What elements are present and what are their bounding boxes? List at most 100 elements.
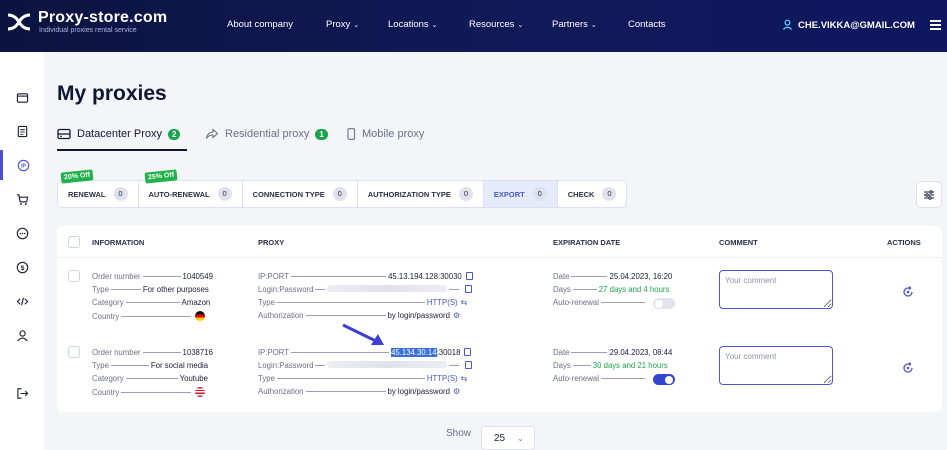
column-header-comment: COMMENT	[719, 238, 758, 247]
label: Category	[92, 374, 124, 383]
table-row: Order number 1038716 Type For social media…	[57, 346, 942, 422]
column-header-actions: ACTIONS	[887, 238, 921, 247]
expiration-date: 25.04.2023, 16:20	[609, 272, 673, 281]
filter-label: CONNECTION TYPE	[252, 189, 325, 199]
filter-auto-renewal[interactable]: 25% Off AUTO-RENEWAL 0	[139, 169, 243, 207]
sidebar-item-api[interactable]	[0, 286, 44, 316]
filter-renewal[interactable]: 20% Off RENEWAL 0	[58, 169, 139, 207]
toggle-knob	[665, 375, 673, 384]
select-all-checkbox[interactable]	[68, 236, 80, 248]
copy-icon[interactable]	[465, 285, 473, 293]
column-header-proxy: PROXY	[258, 238, 285, 247]
label: Days	[553, 361, 571, 370]
sidebar-item-cart[interactable]	[0, 184, 44, 214]
sidebar-item-wallet[interactable]	[0, 82, 44, 112]
settings-gear-icon[interactable]: ⚙	[453, 311, 460, 320]
ip-port-value[interactable]: 45.13.194.128:30030	[388, 272, 462, 281]
label: Days	[553, 285, 571, 294]
server-icon	[57, 128, 71, 140]
date-line: Date 25.04.2023, 16:20	[553, 272, 672, 282]
nav-contacts[interactable]: Contacts	[628, 19, 666, 30]
logo-icon[interactable]	[6, 9, 32, 35]
promo-badge: 25% Off	[144, 169, 178, 184]
auto-renewal-toggle[interactable]	[653, 374, 675, 385]
settings-gear-icon[interactable]: ⚙	[453, 387, 460, 396]
copy-icon[interactable]	[465, 272, 473, 280]
sidebar-item-profile[interactable]	[0, 320, 44, 350]
filter-connection-type[interactable]: CONNECTION TYPE 0	[243, 181, 358, 207]
label: Type	[92, 285, 109, 294]
renew-icon[interactable]	[901, 361, 915, 375]
nav-label: Locations	[388, 19, 429, 30]
hidden-credentials	[327, 285, 448, 292]
cart-icon	[16, 193, 28, 205]
promo-badge: 20% Off	[60, 169, 94, 184]
filter-label: RENEWAL	[68, 189, 106, 199]
nav-label: Resources	[469, 19, 515, 30]
germany-flag-icon	[195, 311, 206, 321]
copy-icon[interactable]	[465, 361, 473, 369]
auto-renewal-line: Auto-renewal	[553, 298, 647, 308]
nav-about-company[interactable]: About company	[227, 19, 293, 30]
nav-resources[interactable]: Resources ⌄	[469, 19, 523, 30]
brand-name[interactable]: Proxy-store.com	[38, 9, 167, 27]
port-value[interactable]: :30018	[437, 348, 461, 357]
sidebar-item-logout[interactable]	[0, 378, 44, 408]
sidebar-item-documents[interactable]	[0, 116, 44, 146]
authorization-method: by login/password	[387, 311, 450, 320]
sidebar-item-billing[interactable]: $	[0, 252, 44, 282]
filter-count: 0	[458, 187, 473, 201]
usa-flag-icon	[195, 387, 206, 397]
proxy-table: INFORMATION PROXY EXPIRATION DATE COMMEN…	[57, 226, 942, 412]
hamburger-menu-icon[interactable]	[930, 20, 941, 30]
filter-label: CHECK	[567, 189, 595, 199]
column-settings-button[interactable]	[916, 181, 942, 208]
ip-icon: IP	[17, 159, 30, 171]
sidebar-item-chat[interactable]	[0, 218, 44, 248]
chevron-down-icon: ⌄	[353, 22, 360, 29]
proxy-protocol[interactable]: HTTP(S)	[427, 298, 458, 307]
filter-export[interactable]: EXPORT 0	[483, 181, 558, 207]
page-size-select[interactable]: 25 ⌄	[481, 426, 535, 450]
auto-renewal-toggle[interactable]	[653, 298, 675, 309]
tab-label: Datacenter Proxy	[77, 128, 162, 140]
comment-input[interactable]	[719, 346, 833, 385]
row-checkbox[interactable]	[68, 346, 80, 358]
document-icon	[17, 125, 27, 137]
tab-mobile-proxy[interactable]: Mobile proxy	[346, 128, 424, 140]
chevron-down-icon: ⌄	[517, 22, 524, 29]
tab-residential-proxy[interactable]: Residential proxy 1	[205, 128, 328, 140]
renew-icon[interactable]	[901, 285, 915, 299]
nav-partners[interactable]: Partners ⌄	[552, 19, 597, 30]
login-password-line: Login:Password	[258, 361, 473, 371]
table-row: Order number 1040549 Type For other purpos…	[57, 270, 942, 346]
order-number: 1040549	[182, 272, 213, 281]
days-remaining: 30 days and 21 hours	[592, 361, 668, 370]
chat-icon	[16, 227, 28, 239]
category: Amazon	[181, 298, 211, 307]
nav-proxy[interactable]: Proxy ⌄	[326, 19, 359, 30]
comment-input[interactable]	[719, 270, 833, 309]
mobile-phone-icon	[347, 128, 356, 140]
swap-icon[interactable]: ⇆	[461, 374, 468, 383]
ip-selected-text[interactable]: 45.134.30.14	[391, 348, 437, 357]
days-line: Days 27 days and 4 hours	[553, 285, 669, 295]
tab-label: Mobile proxy	[362, 128, 425, 140]
sidebar-item-ip[interactable]: IP	[0, 150, 44, 180]
nav-locations[interactable]: Locations ⌄	[388, 19, 438, 30]
row-checkbox[interactable]	[68, 270, 80, 282]
proxy-protocol[interactable]: HTTP(S)	[427, 374, 458, 383]
brand-tagline: Individual proxies rental service	[39, 27, 137, 34]
tab-datacenter-proxy[interactable]: Datacenter Proxy 2	[57, 128, 181, 140]
filter-authorization-type[interactable]: AUTHORIZATION TYPE 0	[358, 181, 484, 207]
filter-label: AUTO-RENEWAL	[148, 189, 210, 199]
filter-count: 0	[113, 187, 128, 201]
copy-icon[interactable]	[464, 348, 472, 356]
sidebar: IP $	[0, 52, 44, 450]
user-account-link[interactable]: CHE.VIKKA@GMAIL.COM	[782, 19, 915, 31]
country-line: Country	[92, 387, 206, 397]
wallet-icon	[16, 92, 28, 103]
filter-check[interactable]: CHECK 0	[558, 181, 627, 207]
active-tab-indicator	[57, 149, 187, 151]
swap-icon[interactable]: ⇆	[461, 298, 468, 307]
